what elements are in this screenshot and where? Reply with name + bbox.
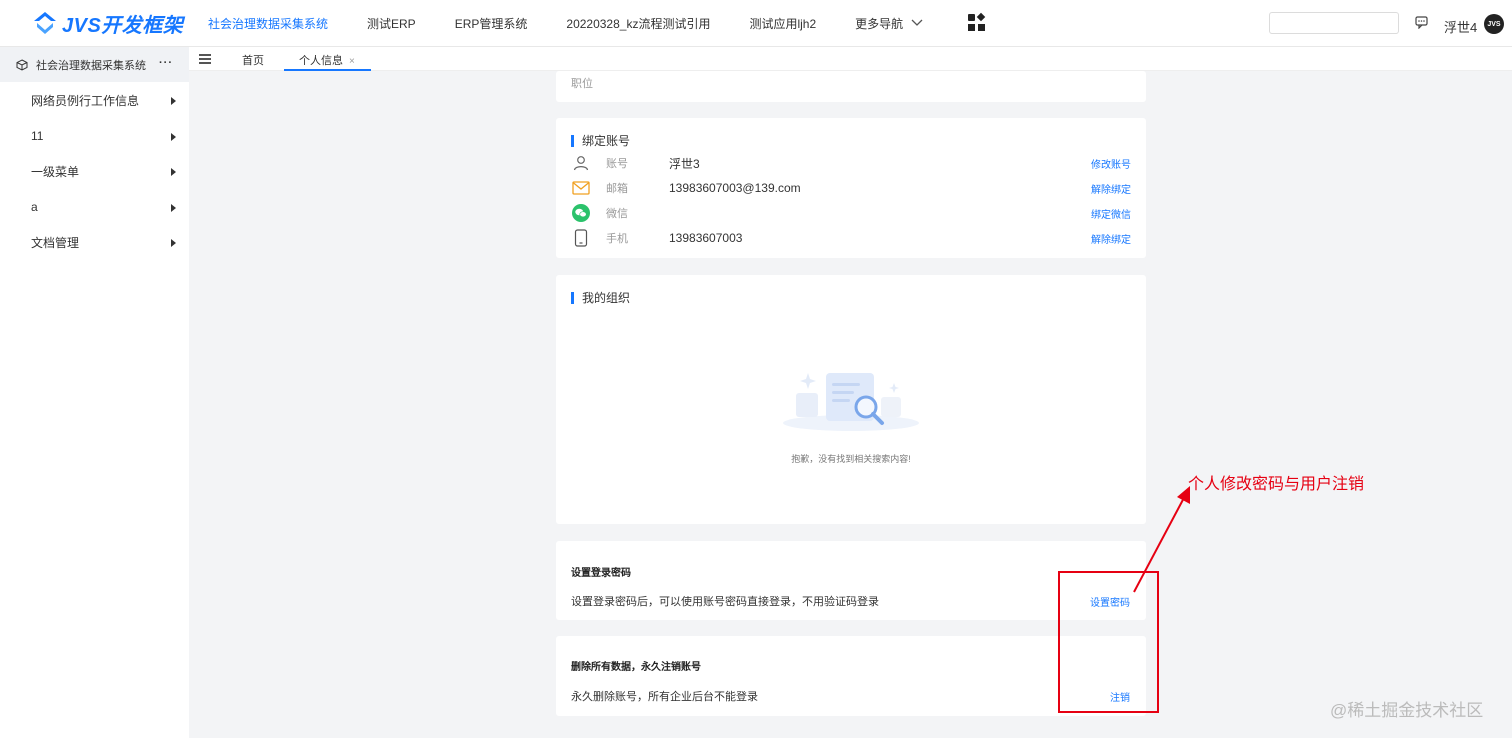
modify-account-link[interactable]: 修改账号 [1091,156,1131,171]
tab-label: 个人信息 [299,55,343,67]
close-icon[interactable]: × [349,56,355,67]
bind-account-title: 绑定账号 [582,134,631,148]
cancel-account-title: 删除所有数据，永久注销账号 [571,662,701,673]
unbind-phone-link[interactable]: 解除绑定 [1091,231,1131,246]
sidebar-app-header[interactable]: 社会治理数据采集系统 ··· [0,47,189,82]
menu-toggle-icon[interactable] [199,54,211,64]
avatar[interactable]: JVS [1484,14,1504,34]
email-label: 邮箱 [606,183,628,195]
caret-right-icon [171,168,176,176]
more-nav-label: 更多导航 [855,16,904,31]
account-label: 账号 [606,158,628,170]
active-tab-indicator [284,69,371,71]
nav-item-test-app[interactable]: 测试应用ljh2 [749,15,816,32]
brand-name: JVS开发框架 [62,14,184,37]
sidebar-app-title: 社会治理数据采集系统 [36,59,146,72]
sidebar-item-label: 文档管理 [31,236,80,251]
caret-right-icon [171,239,176,247]
position-card: 职位 [556,71,1146,102]
sidebar-item-document-management[interactable]: 文档管理 [0,225,189,261]
search-input[interactable] [1269,12,1399,34]
top-nav: 社会治理数据采集系统 测试ERP ERP管理系统 20220328_kz流程测试… [208,0,986,46]
account-row: 账号 浮世3 修改账号 [571,153,1131,173]
email-row: 邮箱 13983607003@139.com 解除绑定 [571,178,1131,198]
phone-label: 手机 [606,233,628,245]
phone-value: 13983607003 [669,231,743,245]
sidebar-item-gridman-work[interactable]: 网络员例行工作信息 [0,83,189,119]
wechat-icon [571,203,591,223]
nav-item-erp-management[interactable]: ERP管理系统 [455,15,528,32]
nav-item-test-erp[interactable]: 测试ERP [367,15,416,32]
message-icon[interactable] [1415,16,1428,29]
phone-row: 手机 13983607003 解除绑定 [571,228,1131,248]
annotation-arrow-icon [1133,486,1190,593]
top-header: JVS开发框架 社会治理数据采集系统 测试ERP ERP管理系统 2022032… [0,0,1512,47]
sidebar-item-label: 网络员例行工作信息 [31,94,140,109]
caret-right-icon [171,97,176,105]
sidebar-item-a[interactable]: a [0,190,189,226]
chevron-down-icon [911,19,923,26]
bind-account-card: 绑定账号 账号 浮世3 修改账号 邮箱 13983607003@139.com … [556,118,1146,258]
sidebar: 社会治理数据采集系统 ··· 网络员例行工作信息 11 一级菜单 a 文档管理 [0,47,189,738]
sidebar-item-label: a [31,200,38,215]
empty-search-illustration-icon [783,373,919,431]
sidebar-item-label: 11 [31,129,44,144]
tab-home[interactable]: 首页 [242,52,264,68]
nav-item-flow-test[interactable]: 20220328_kz流程测试引用 [566,15,710,32]
cancel-account-desc: 永久删除账号，所有企业后台不能登录 [571,691,758,703]
watermark: @稀土掘金技术社区 [1330,701,1484,720]
apps-grid-icon[interactable] [968,12,986,32]
unbind-email-link[interactable]: 解除绑定 [1091,181,1131,196]
mail-icon [571,178,591,198]
caret-right-icon [171,132,176,141]
phone-icon [571,228,591,248]
cube-icon [16,58,28,71]
user-name[interactable]: 浮世4 [1444,17,1477,36]
my-organization-card: 我的组织 抱歉，没有找到相关搜索内容! [556,275,1146,524]
my-organization-title: 我的组织 [582,291,631,305]
more-options-icon[interactable]: ··· [159,57,173,69]
title-accent-bar [571,291,574,304]
logo-icon [34,12,56,34]
position-label: 职位 [571,78,593,90]
sidebar-item-first-level-menu[interactable]: 一级菜单 [0,154,189,190]
bind-wechat-link[interactable]: 绑定微信 [1091,206,1131,221]
empty-message: 抱歉，没有找到相关搜索内容! [791,454,911,464]
more-nav-dropdown[interactable]: 更多导航 [855,15,923,32]
set-password-desc: 设置登录密码后，可以使用账号密码直接登录，不用验证码登录 [571,596,879,608]
app-logo[interactable]: JVS开发框架 [32,9,192,38]
set-password-title: 设置登录密码 [571,568,631,579]
title-accent-bar [571,134,574,147]
tab-bar: 首页 个人信息 × [189,47,1512,71]
account-value: 浮世3 [669,156,700,171]
annotation-text: 个人修改密码与用户注销 [1188,476,1365,493]
email-value: 13983607003@139.com [669,181,801,195]
sidebar-item-11[interactable]: 11 [0,119,189,155]
card-title: 绑定账号 [571,132,630,149]
card-title: 我的组织 [571,289,630,306]
user-icon [571,153,591,173]
caret-right-icon [171,203,176,212]
tab-personal-info[interactable]: 个人信息 × [299,52,355,68]
sidebar-item-label: 一级菜单 [31,165,80,180]
wechat-row: 微信 绑定微信 [571,203,1131,223]
nav-item-social-governance[interactable]: 社会治理数据采集系统 [208,15,328,32]
wechat-label: 微信 [606,208,628,220]
